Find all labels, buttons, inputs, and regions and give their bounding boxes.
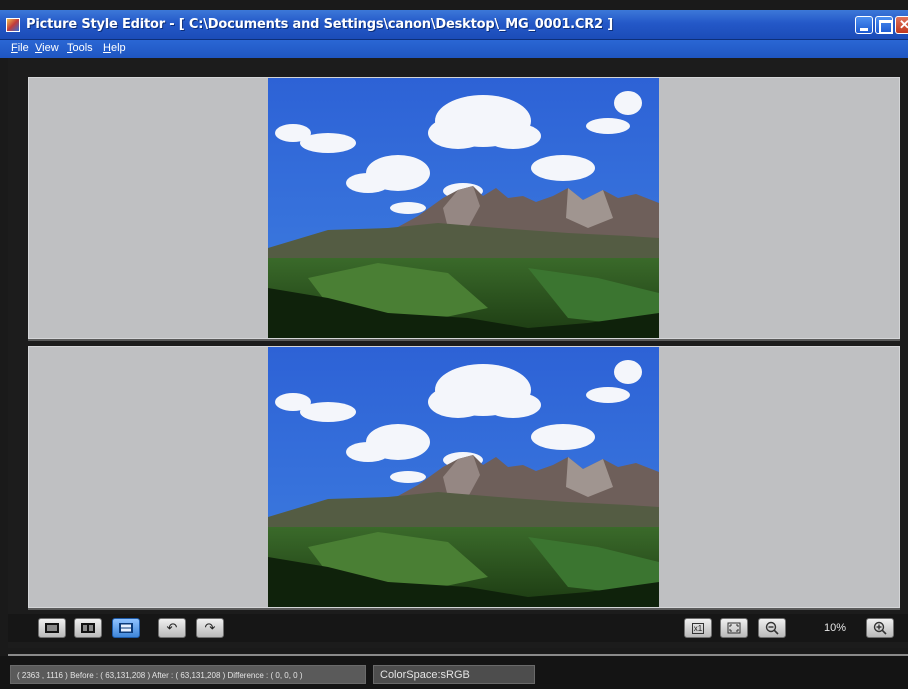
rotate-right-icon: ↷ — [204, 620, 216, 635]
before-photo — [268, 78, 659, 338]
after-image-pane[interactable] — [28, 346, 900, 608]
side-by-side-view-button[interactable] — [74, 618, 102, 638]
zoom-out-icon — [759, 619, 785, 637]
single-view-button[interactable] — [38, 618, 66, 638]
landscape-photo-after — [268, 347, 659, 607]
app-icon — [6, 18, 20, 32]
fit-to-window-button[interactable] — [720, 618, 748, 638]
rotate-left-button[interactable]: ↶ — [158, 618, 186, 638]
menu-tools[interactable]: Tools — [67, 42, 93, 54]
view-toolbar: ↶ ↷ x1 10% — [8, 614, 908, 642]
status-bar: ( 2363 , 1116 ) Before : ( 63,131,208 ) … — [0, 656, 908, 689]
zoom-out-button[interactable] — [758, 618, 786, 638]
menu-help[interactable]: Help — [103, 42, 126, 54]
zoom-in-icon — [867, 619, 893, 637]
minimize-button[interactable] — [855, 16, 873, 34]
menu-file[interactable]: File — [11, 42, 29, 54]
menu-view[interactable]: View — [35, 42, 59, 54]
before-image-pane[interactable] — [28, 77, 900, 339]
after-photo — [268, 347, 659, 607]
rotate-left-icon: ↶ — [166, 620, 178, 635]
landscape-photo-before — [268, 78, 659, 338]
app-window: Picture Style Editor - [ C:\Documents an… — [0, 0, 908, 689]
fit-to-window-icon — [721, 619, 747, 637]
actual-size-button[interactable]: x1 — [684, 618, 712, 638]
title-bar[interactable]: Picture Style Editor - [ C:\Documents an… — [0, 10, 908, 40]
rotate-right-button[interactable]: ↷ — [196, 618, 224, 638]
zoom-in-button[interactable] — [866, 618, 894, 638]
actual-size-icon: x1 — [691, 622, 705, 634]
side-by-side-view-icon — [75, 619, 101, 637]
maximize-button[interactable] — [875, 16, 893, 34]
close-button[interactable] — [895, 16, 908, 34]
top-bottom-view-icon — [113, 619, 139, 637]
pixel-info-readout: ( 2363 , 1116 ) Before : ( 63,131,208 ) … — [10, 665, 366, 684]
menu-bar: File View Tools Help — [0, 40, 908, 58]
single-view-icon — [39, 619, 65, 637]
colorspace-readout: ColorSpace:sRGB — [373, 665, 535, 684]
window-title: Picture Style Editor - [ C:\Documents an… — [26, 17, 613, 32]
top-bottom-view-button[interactable] — [112, 618, 140, 638]
zoom-level-readout: 10% — [824, 622, 847, 634]
